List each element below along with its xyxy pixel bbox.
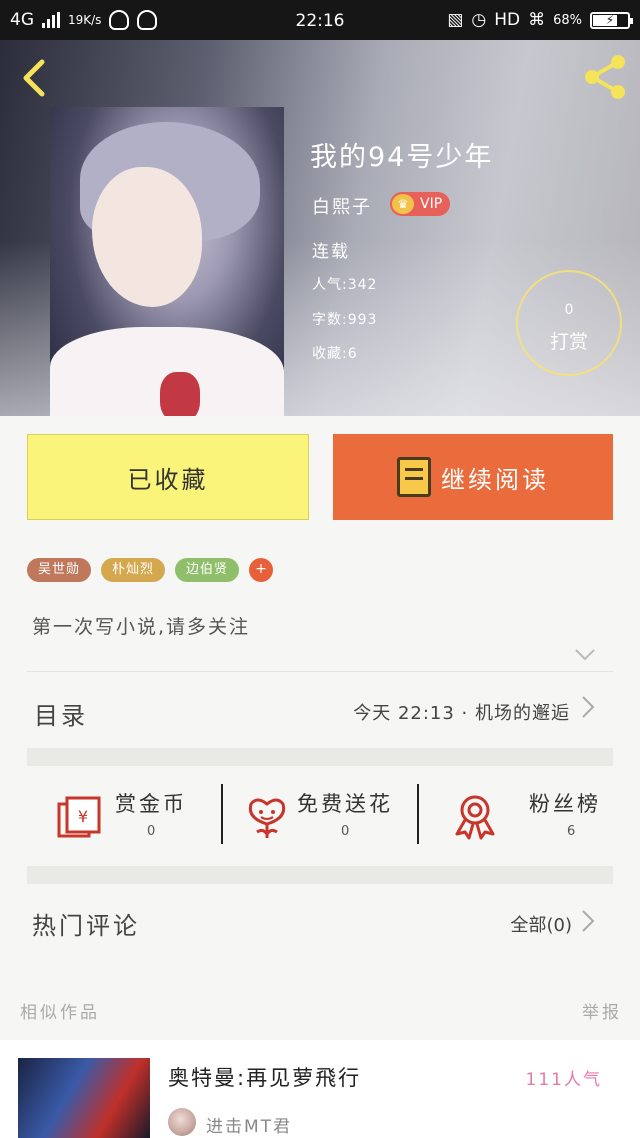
wifi-icon: ⌘ — [528, 10, 546, 30]
vip-badge: ♛ VIP — [390, 192, 451, 216]
medal-icon — [455, 795, 495, 840]
chevron-right-icon — [580, 694, 596, 727]
book-cover — [50, 107, 284, 416]
status-right: ▧ ◷ HD ⌘ 68% ⚡ — [447, 0, 633, 40]
book-header: 我的94号少年 白熙子 ♛ VIP 连载 人气:342 字数:993 收藏:6 … — [0, 40, 640, 416]
continue-reading-button[interactable]: 继续阅读 — [333, 434, 613, 520]
tip-label: 打赏 — [549, 331, 588, 353]
tag-item[interactable]: 吴世勋 — [27, 558, 92, 582]
tip-count: 0 — [564, 302, 574, 318]
similar-work-item[interactable]: 奥特曼:再见萝飛行 111人气 进击MT君 — [0, 1040, 640, 1138]
feature-row: ¥ 赏金币 0 免费送花 0 粉丝榜 6 — [27, 766, 613, 866]
section-divider — [27, 748, 613, 766]
section-divider — [27, 866, 613, 884]
hd-indicator: HD — [494, 10, 521, 30]
author-name[interactable]: 白熙子 — [312, 193, 372, 219]
report-button[interactable]: 举报 — [582, 998, 622, 1023]
share-button[interactable] — [580, 52, 630, 102]
coin-reward-button[interactable]: ¥ 赏金币 0 — [27, 766, 222, 866]
free-flower-button[interactable]: 免费送花 0 — [223, 766, 417, 866]
all-comments-link[interactable]: 全部(0) — [511, 911, 573, 937]
similar-works-heading: 相似作品 — [20, 1003, 100, 1023]
tag-item[interactable]: 边伯贤 — [175, 558, 240, 582]
back-button[interactable] — [18, 58, 52, 98]
avatar — [168, 1108, 196, 1136]
book-icon — [397, 457, 431, 497]
serial-status: 连载 — [312, 242, 350, 262]
red-envelope-icon: ¥ — [57, 796, 101, 838]
alarm-icon: ◷ — [471, 10, 487, 30]
hot-comments-row[interactable]: 热门评论 全部(0) — [0, 884, 640, 964]
tip-button[interactable]: 0 打赏 — [516, 270, 622, 376]
book-title: 我的94号少年 — [310, 142, 494, 173]
flower-icon — [248, 798, 286, 838]
favorited-button[interactable]: 已收藏 — [27, 434, 309, 520]
popularity-stat: 人气:342 — [312, 277, 378, 293]
tag-item[interactable]: 朴灿烈 — [101, 558, 166, 582]
chevron-down-icon — [575, 649, 595, 661]
svg-text:¥: ¥ — [78, 807, 88, 826]
table-of-contents-row[interactable]: 目录 今天 22:13 · 机场的邂逅 — [0, 672, 640, 748]
similar-work-popularity: 111人气 — [525, 1070, 602, 1090]
hot-comments-label: 热门评论 — [32, 912, 140, 940]
back-arrow-icon — [23, 59, 45, 97]
status-bar: 4G 19K/s 22:16 ▧ ◷ HD ⌘ 68% ⚡ — [0, 0, 640, 40]
similar-work-cover — [18, 1058, 150, 1138]
book-intro: 第一次写小说,请多关注 — [32, 616, 251, 638]
battery-icon: ⚡ — [590, 11, 633, 29]
share-icon — [585, 55, 625, 99]
favorites-stat: 收藏:6 — [312, 346, 358, 362]
fan-ranking-button[interactable]: 粉丝榜 6 — [419, 766, 613, 866]
tag-list: 吴世勋 朴灿烈 边伯贤 + — [27, 558, 274, 582]
battery-percent: 68% — [553, 12, 582, 28]
toc-label: 目录 — [34, 702, 88, 730]
expand-intro-button[interactable] — [574, 646, 596, 667]
word-count-stat: 字数:993 — [312, 312, 378, 328]
add-tag-button[interactable]: + — [249, 558, 274, 582]
chevron-right-icon — [580, 908, 596, 941]
latest-chapter: 今天 22:13 · 机场的邂逅 — [353, 703, 570, 724]
similar-work-title: 奥特曼:再见萝飛行 — [168, 1066, 362, 1090]
crown-icon: ♛ — [392, 194, 414, 214]
vibrate-icon: ▧ — [447, 10, 464, 30]
similar-work-author: 进击MT君 — [206, 1117, 293, 1137]
